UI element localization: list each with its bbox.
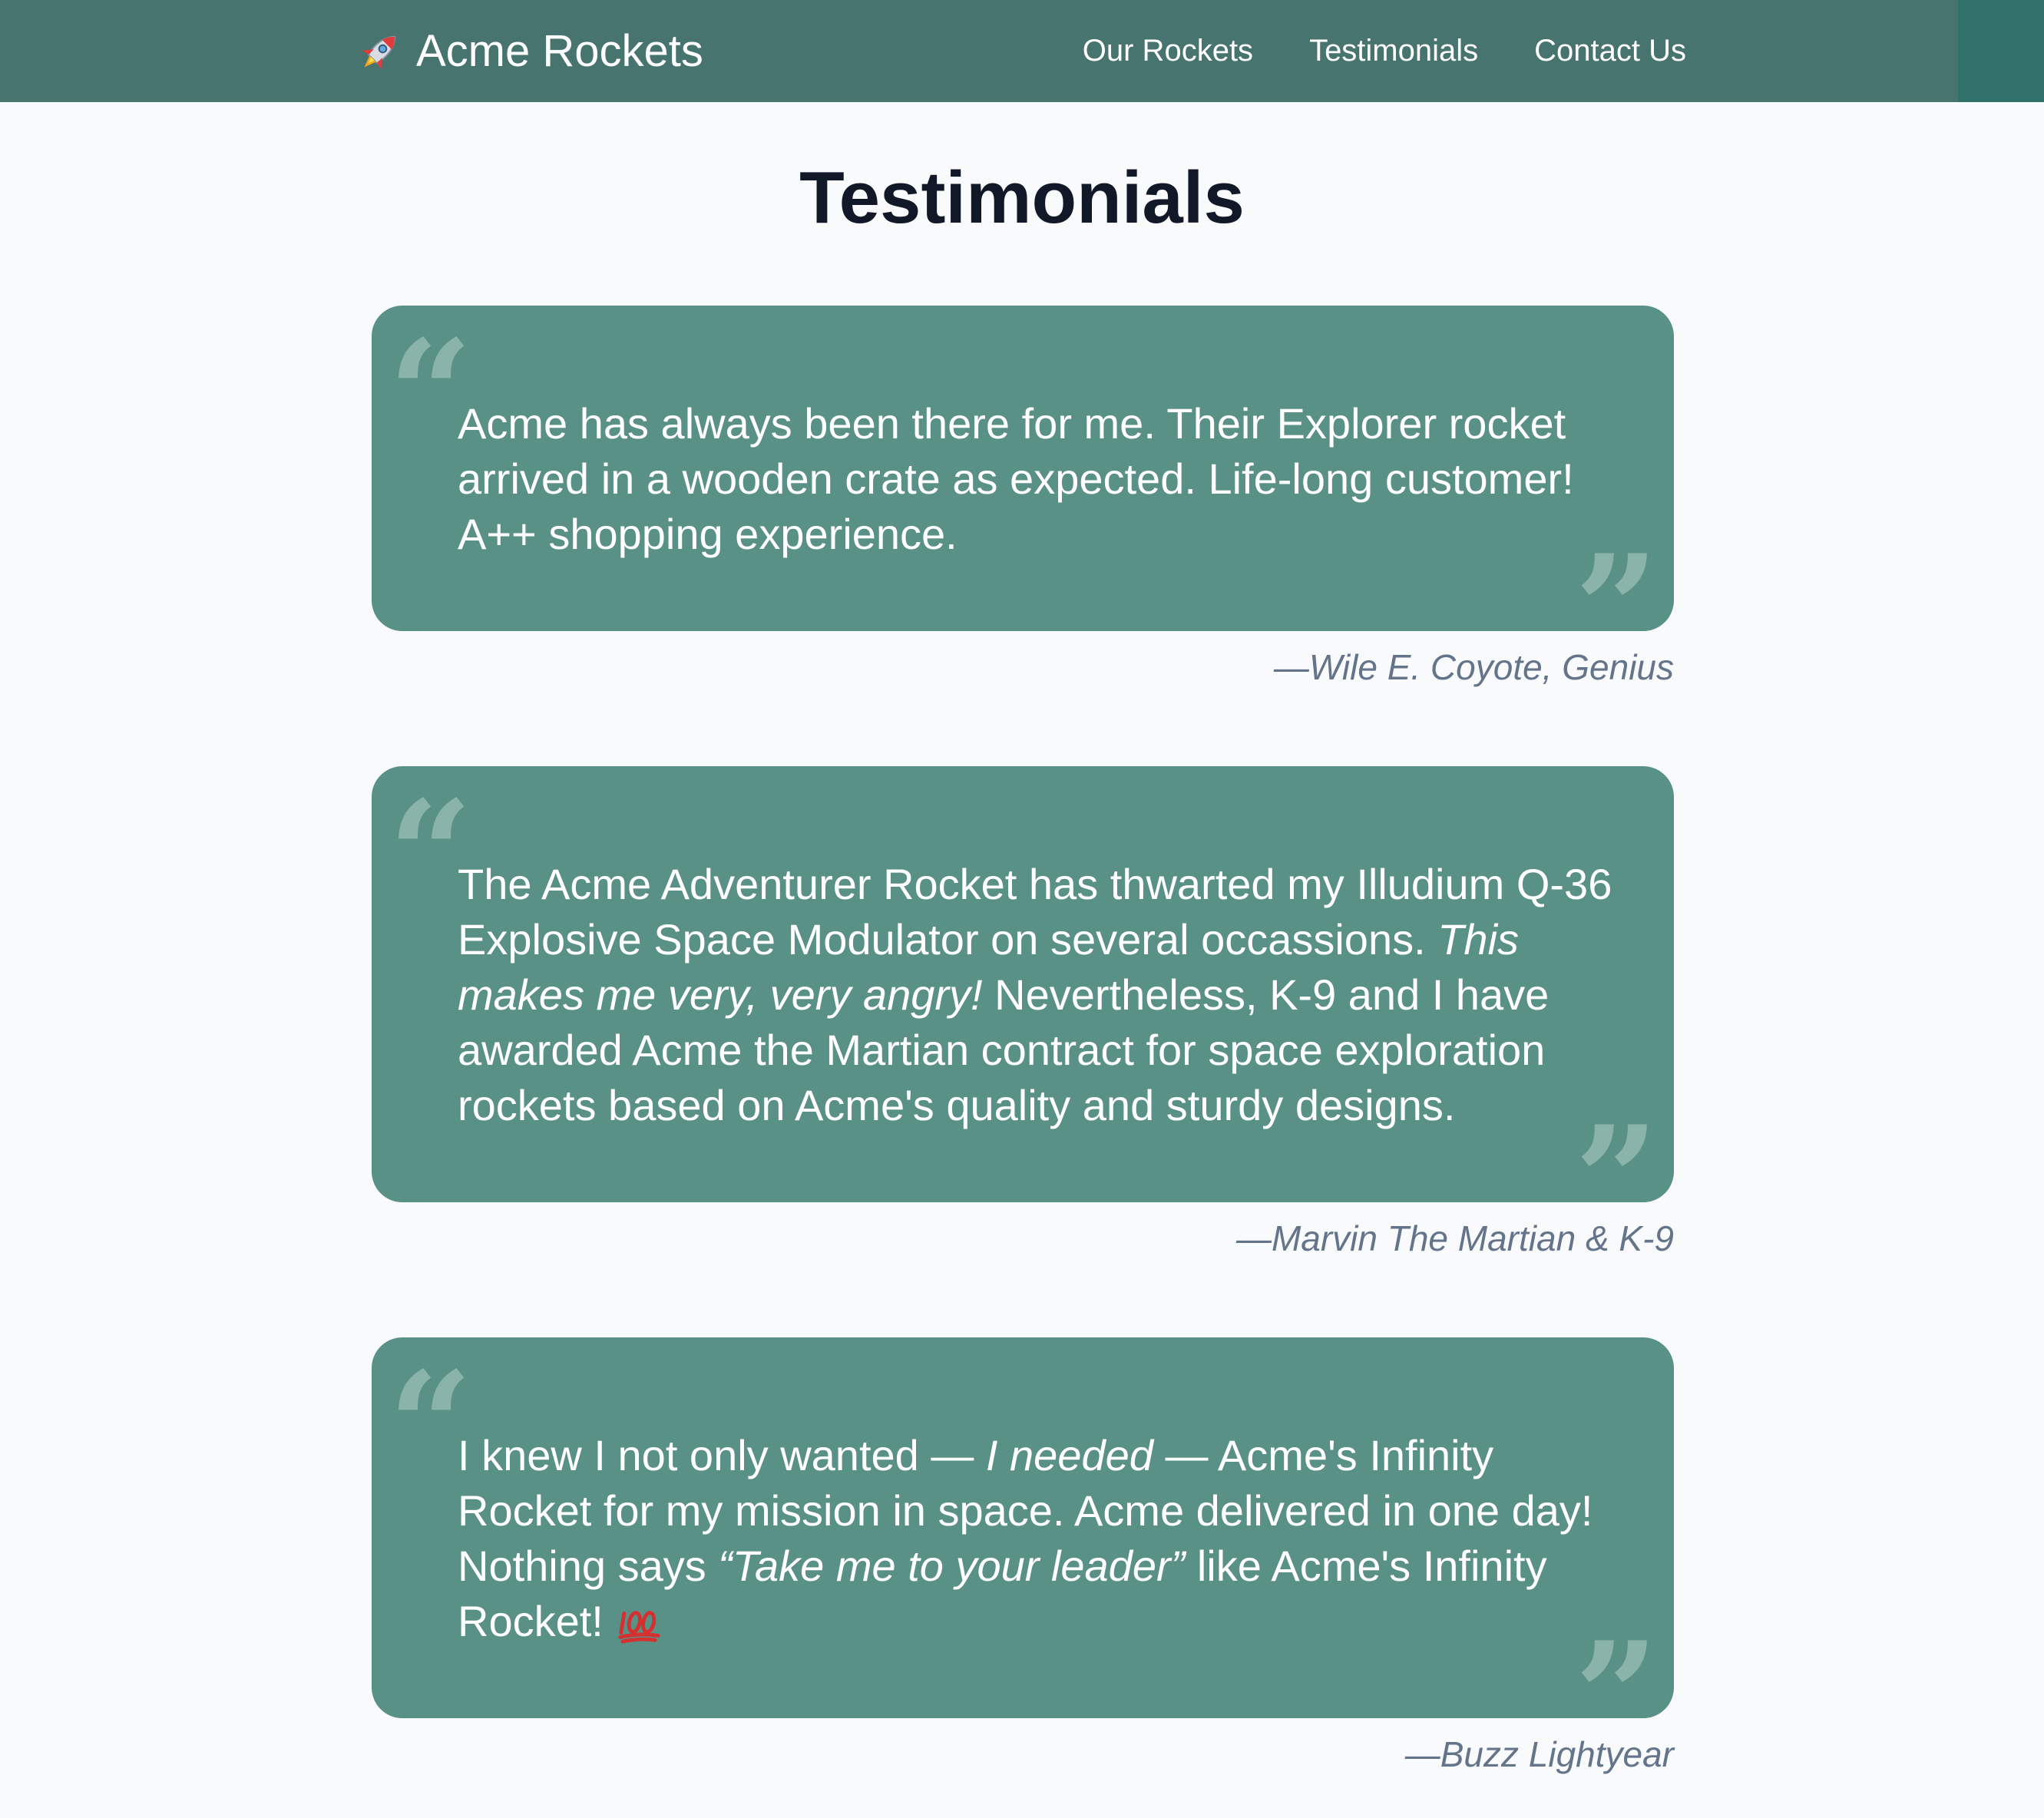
nav-links: Our Rockets Testimonials Contact Us xyxy=(1027,0,1686,102)
testimonial-card: “ I knew I not only wanted — I needed — … xyxy=(372,1337,1674,1769)
testimonial-text: The Acme Adventurer Rocket has thwarted … xyxy=(458,857,1632,1133)
testimonial-text: I knew I not only wanted — I needed — Ac… xyxy=(458,1428,1632,1649)
testimonial-emphasis: I needed xyxy=(985,1431,1153,1479)
testimonial-author: —Wile E. Coyote, Genius xyxy=(1273,647,1674,687)
nav-link-testimonials[interactable]: Testimonials xyxy=(1309,34,1478,68)
testimonial-author: —Buzz Lightyear xyxy=(1404,1734,1674,1774)
testimonial-author: —Marvin The Martian & K-9 xyxy=(1235,1218,1674,1258)
testimonial-text-part: I knew I not only wanted — xyxy=(458,1431,986,1479)
testimonial-card: “ The Acme Adventurer Rocket has thwarte… xyxy=(372,766,1674,1253)
navbar-accent xyxy=(1958,0,2044,102)
nav-link-contact-us[interactable]: Contact Us xyxy=(1534,34,1686,68)
brand-link[interactable]: Acme Rockets xyxy=(356,0,703,102)
rocket-icon xyxy=(362,35,396,69)
hundred-points-icon xyxy=(618,1611,661,1644)
brand-name: Acme Rockets xyxy=(416,26,703,76)
nav-link-our-rockets[interactable]: Our Rockets xyxy=(1083,34,1253,68)
page-title: Testimonials xyxy=(799,157,1245,239)
navbar: Acme Rockets Our Rockets Testimonials Co… xyxy=(0,0,2044,102)
testimonial-emphasis: “Take me to your leader” xyxy=(718,1542,1186,1590)
testimonial-text: Acme has always been there for me. Their… xyxy=(458,399,1574,558)
testimonial-card: “ Acme has always been there for me. The… xyxy=(372,306,1674,682)
